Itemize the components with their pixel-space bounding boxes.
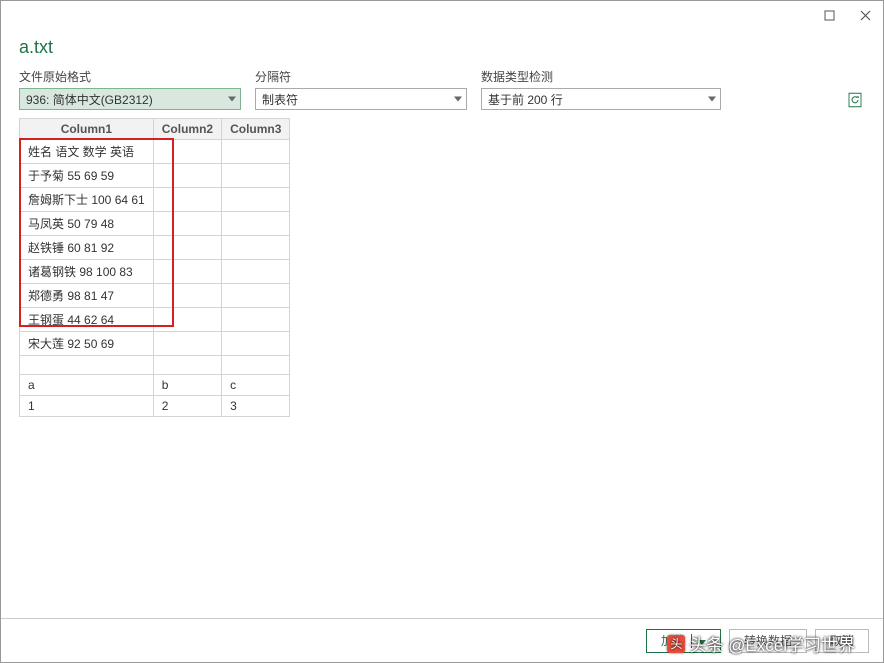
table-cell: c: [222, 375, 290, 396]
table-cell: 诸葛钢铁 98 100 83: [20, 260, 154, 284]
encoding-value: 936: 简体中文(GB2312): [26, 91, 153, 108]
table-row[interactable]: 诸葛钢铁 98 100 83: [20, 260, 290, 284]
table-cell: [20, 356, 154, 375]
cancel-button[interactable]: 取消: [815, 629, 869, 653]
table-cell: [153, 332, 221, 356]
table-cell: [153, 188, 221, 212]
table-row[interactable]: 马凤英 50 79 48: [20, 212, 290, 236]
table-cell: [153, 308, 221, 332]
table-cell: 于予菊 55 69 59: [20, 164, 154, 188]
table-cell: 赵铁锤 60 81 92: [20, 236, 154, 260]
table-cell: 詹姆斯下士 100 64 61: [20, 188, 154, 212]
table-cell: [222, 236, 290, 260]
table-cell: 姓名 语文 数学 英语: [20, 140, 154, 164]
delimiter-value: 制表符: [262, 91, 298, 108]
column-header[interactable]: Column3: [222, 119, 290, 140]
load-label: 加载: [661, 632, 685, 649]
encoding-group: 文件原始格式 936: 简体中文(GB2312): [19, 68, 241, 110]
table-cell: [222, 308, 290, 332]
table-cell: [153, 284, 221, 308]
preview-area: Column1 Column2 Column3 姓名 语文 数学 英语于予菊 5…: [19, 118, 865, 618]
table-row[interactable]: [20, 356, 290, 375]
dialog-window: a.txt 文件原始格式 936: 简体中文(GB2312) 分隔符 制表符 数…: [0, 0, 884, 663]
table-cell: [222, 260, 290, 284]
table-cell: [153, 356, 221, 375]
table-cell: [153, 164, 221, 188]
table-cell: [153, 140, 221, 164]
cancel-label: 取消: [830, 632, 854, 649]
table-cell: [222, 284, 290, 308]
table-cell: 1: [20, 396, 154, 417]
table-cell: 郑德勇 98 81 47: [20, 284, 154, 308]
table-cell: [222, 188, 290, 212]
table-row[interactable]: 王钢蛋 44 62 64: [20, 308, 290, 332]
table-row[interactable]: 詹姆斯下士 100 64 61: [20, 188, 290, 212]
header-row: Column1 Column2 Column3: [20, 119, 290, 140]
table-cell: [222, 332, 290, 356]
chevron-down-icon: [228, 97, 236, 102]
maximize-button[interactable]: [815, 4, 843, 26]
table-cell: [153, 260, 221, 284]
delimiter-dropdown[interactable]: 制表符: [255, 88, 467, 110]
table-cell: 马凤英 50 79 48: [20, 212, 154, 236]
table-cell: [222, 212, 290, 236]
table-row[interactable]: 郑德勇 98 81 47: [20, 284, 290, 308]
table-cell: [222, 164, 290, 188]
column-header[interactable]: Column1: [20, 119, 154, 140]
table-row[interactable]: abc: [20, 375, 290, 396]
delimiter-label: 分隔符: [255, 68, 467, 85]
close-button[interactable]: [851, 4, 879, 26]
table-cell: 王钢蛋 44 62 64: [20, 308, 154, 332]
table-row[interactable]: 于予菊 55 69 59: [20, 164, 290, 188]
delimiter-group: 分隔符 制表符: [255, 68, 467, 110]
table-cell: [222, 356, 290, 375]
table-row[interactable]: 赵铁锤 60 81 92: [20, 236, 290, 260]
column-header[interactable]: Column2: [153, 119, 221, 140]
preview-table: Column1 Column2 Column3 姓名 语文 数学 英语于予菊 5…: [19, 118, 290, 417]
table-cell: 3: [222, 396, 290, 417]
detection-group: 数据类型检测 基于前 200 行: [481, 68, 721, 110]
chevron-down-icon: [708, 97, 716, 102]
refresh-icon[interactable]: [845, 90, 865, 110]
dialog-footer: 加载 转换数据 取消: [1, 618, 883, 662]
table-row[interactable]: 宋大莲 92 50 69: [20, 332, 290, 356]
encoding-dropdown[interactable]: 936: 简体中文(GB2312): [19, 88, 241, 110]
table-cell: b: [153, 375, 221, 396]
encoding-label: 文件原始格式: [19, 68, 241, 85]
table-row[interactable]: 123: [20, 396, 290, 417]
transform-label: 转换数据: [744, 632, 792, 649]
controls-row: 文件原始格式 936: 简体中文(GB2312) 分隔符 制表符 数据类型检测 …: [19, 68, 865, 110]
dialog-content: a.txt 文件原始格式 936: 简体中文(GB2312) 分隔符 制表符 数…: [1, 29, 883, 618]
table-row[interactable]: 姓名 语文 数学 英语: [20, 140, 290, 164]
chevron-down-icon: [454, 97, 462, 102]
table-cell: [153, 236, 221, 260]
chevron-down-icon[interactable]: [691, 634, 706, 648]
title-bar: [1, 1, 883, 29]
detection-dropdown[interactable]: 基于前 200 行: [481, 88, 721, 110]
detection-label: 数据类型检测: [481, 68, 721, 85]
transform-button[interactable]: 转换数据: [729, 629, 807, 653]
table-cell: [153, 212, 221, 236]
table-cell: 宋大莲 92 50 69: [20, 332, 154, 356]
table-cell: a: [20, 375, 154, 396]
load-button[interactable]: 加载: [646, 629, 721, 653]
table-cell: 2: [153, 396, 221, 417]
detection-value: 基于前 200 行: [488, 91, 563, 108]
table-cell: [222, 140, 290, 164]
file-title: a.txt: [19, 37, 865, 58]
